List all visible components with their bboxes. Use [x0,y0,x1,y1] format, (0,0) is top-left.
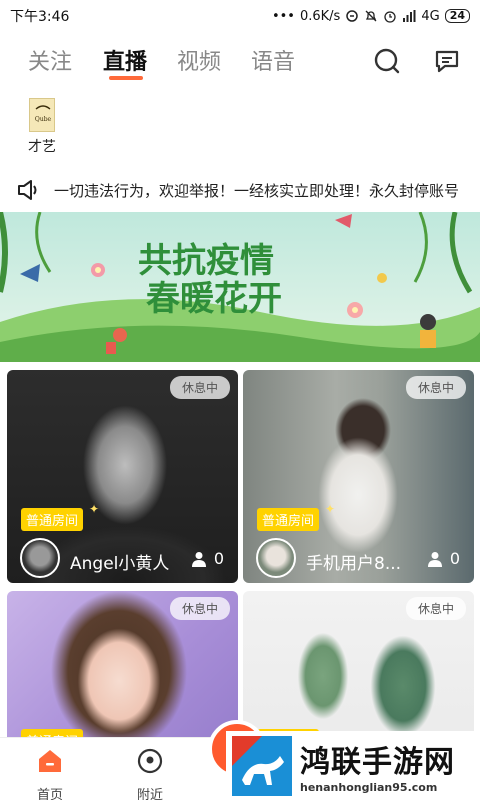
signal-icon [403,10,416,22]
avatar [20,538,60,578]
notice-text: 一切违法行为，欢迎举报！一经核实立即处理！永久封停账号 [54,181,460,200]
banner-title-line2: 春暖花开 [146,279,282,319]
status-time: 下午3:46 [10,9,70,25]
location-icon [137,748,163,774]
nav-home[interactable]: 首页 [20,746,80,800]
tab-voice[interactable]: 语音 [251,44,295,76]
data-saver-icon [346,10,359,22]
banner-illustration: 共抗疫情 春暖花开 [0,212,480,362]
live-room-card[interactable]: 休息中 普通房间 ✦ 手机用户8... 0 [243,370,474,583]
room-type-badge: 普通房间 [257,508,320,531]
mute-bell-icon [365,10,377,22]
host-name: 手机用户8... [306,554,402,574]
tab-live[interactable]: 直播 [103,44,147,76]
status-badge: 休息中 [405,597,466,620]
live-screen: 下午3:46 ••• 0.6K/s 4G 24 关注 直播 视频 语音 Qube… [0,0,480,800]
watermark-logo [232,735,292,796]
watermark: 鸿联手游网 henanhonglian95.com [226,731,480,800]
home-icon [39,750,61,772]
nav-label: 首页 [36,788,63,800]
room-type-badge: 普通房间 [21,508,84,531]
sparkle-icon: ✦ [325,502,336,516]
watermark-url: henanhonglian95.com [300,781,438,794]
viewers-icon [191,551,206,567]
watermark-title: 鸿联手游网 [300,745,455,780]
nav-nearby[interactable]: 附近 [120,746,180,800]
active-tab-indicator [109,76,143,80]
speaker-icon [18,180,37,200]
svg-text:Qube: Qube [35,116,52,123]
status-bar: 下午3:46 ••• 0.6K/s 4G 24 [0,0,480,32]
talent-icon: Qube [29,98,55,132]
status-dots: ••• [271,8,295,24]
viewers-icon [427,551,442,567]
status-speed: 0.6K/s [299,8,341,24]
status-network: 4G [421,8,440,24]
status-badge: 休息中 [169,376,230,399]
message-icon[interactable] [432,46,462,76]
tab-video[interactable]: 视频 [177,44,221,76]
promo-banner[interactable]: 共抗疫情 春暖花开 [0,212,480,362]
notice-bar: 一切违法行为，欢迎举报！一经核实立即处理！永久封停账号 [0,170,480,210]
tab-follow[interactable]: 关注 [28,44,72,76]
search-icon[interactable] [372,46,402,76]
live-room-card[interactable]: 休息中 普通房间 ✦ Angel小黄人 0 [7,370,238,583]
host-name: Angel小黄人 [70,554,170,574]
status-badge: 休息中 [169,597,230,620]
category-label: 才艺 [28,139,56,155]
category-talent[interactable]: Qube 才艺 [20,98,64,156]
top-tab-bar: 关注 直播 视频 语音 [0,34,480,88]
viewer-count: 0 [449,549,460,568]
avatar [256,538,296,578]
status-badge: 休息中 [405,376,466,399]
sparkle-icon: ✦ [89,502,100,516]
banner-title-line1: 共抗疫情 [138,241,274,281]
battery-icon: 24 [444,9,470,23]
alarm-icon [384,11,396,23]
nav-label: 附近 [136,788,163,800]
viewer-count: 0 [213,549,224,568]
